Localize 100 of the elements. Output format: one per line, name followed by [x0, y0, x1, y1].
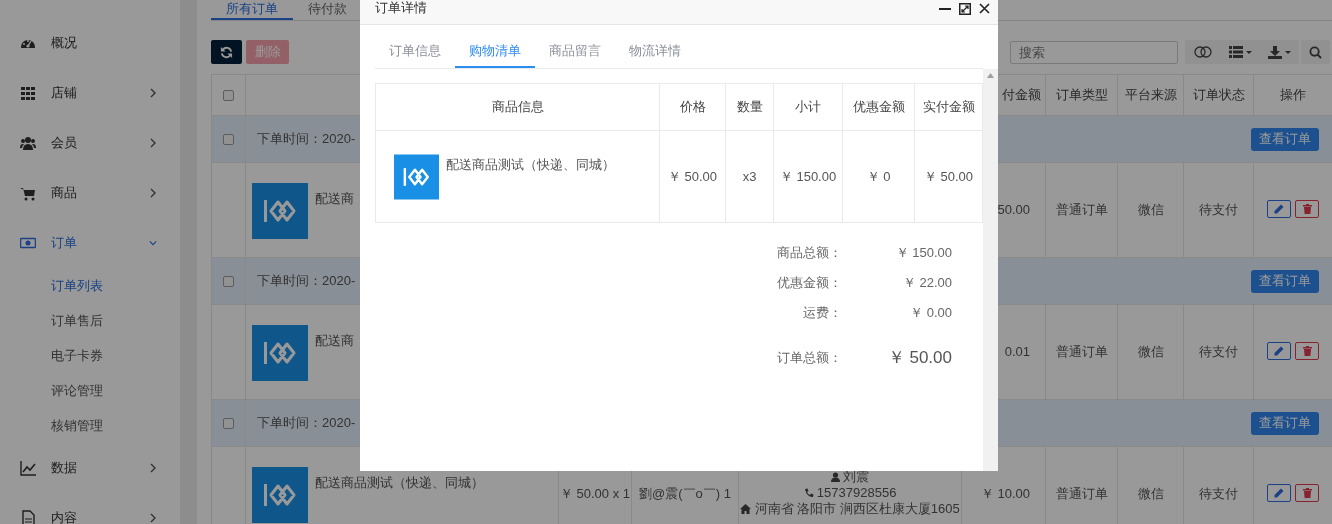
tab[interactable]: 待付款 [293, 0, 362, 20]
product-name: 配送商品测试（快递、同城） [445, 155, 615, 174]
close-icon[interactable] [979, 3, 990, 14]
sidebar-item[interactable]: 概况 [0, 18, 180, 68]
search-icon [1309, 45, 1322, 59]
column-header: 平台来源 [1124, 87, 1177, 103]
user-icon [830, 472, 840, 482]
pencil-icon [1274, 488, 1284, 499]
view-order-button[interactable]: 查看订单 [1251, 127, 1319, 151]
sidebar-subitem[interactable]: 评论管理 [0, 373, 180, 408]
refresh-button[interactable] [211, 40, 242, 64]
banknote-icon [20, 235, 36, 251]
order-status: 待支付 [1199, 486, 1238, 502]
document-icon [20, 510, 36, 524]
tab[interactable]: 物流详情 [615, 35, 695, 68]
dialog-title: 订单详情 [375, 0, 427, 18]
column-header: 付金额 [1002, 87, 1041, 103]
product-name: 配送商 [314, 332, 354, 350]
tab[interactable]: 购物清单 [455, 35, 535, 68]
trash-icon [1302, 488, 1312, 499]
product-logo [252, 325, 308, 381]
tab[interactable]: 所有订单 [211, 0, 293, 20]
summary-label: 商品总额： [776, 244, 842, 263]
sidebar-item[interactable]: 会员 [0, 118, 180, 168]
tab[interactable]: 商品留言 [535, 35, 615, 68]
toggle-button[interactable] [1185, 40, 1221, 64]
checkbox[interactable] [223, 134, 234, 146]
checkbox[interactable] [223, 90, 234, 102]
sidebar-item[interactable]: 数据 [0, 443, 180, 493]
maximize-icon[interactable] [959, 3, 971, 15]
order-status: 待支付 [1199, 344, 1238, 360]
delete-row-button[interactable] [1295, 200, 1319, 219]
receiver-address: 河南省 洛阳市 涧西区杜康大厦1605 [754, 501, 960, 517]
toggle-icon [1193, 46, 1213, 58]
column-header: 价格 [679, 99, 706, 115]
tab[interactable]: 订单信息 [375, 35, 455, 68]
column-header: 小计 [795, 99, 821, 115]
order-time: 下单时间：2020- [256, 272, 356, 291]
trash-icon [1302, 346, 1312, 357]
caret-icon [1246, 50, 1252, 54]
scrollbar[interactable] [983, 69, 998, 471]
sidebar-item[interactable]: 内容 [0, 493, 180, 524]
caret-icon [1285, 50, 1291, 54]
delete-row-button[interactable] [1295, 484, 1319, 503]
receiver-phone: 15737928556 [816, 485, 897, 501]
order-type: 普通订单 [1055, 344, 1108, 360]
edit-button[interactable] [1267, 200, 1291, 219]
order-type: 普通订单 [1055, 486, 1108, 502]
order-time: 下单时间：2020- [256, 130, 356, 149]
buyer-name: 劉@震(￣o￣) 1 [639, 486, 731, 502]
order-time: 下单时间：2020- [256, 414, 356, 433]
chart-icon [20, 460, 36, 476]
edit-button[interactable] [1267, 342, 1291, 361]
grid-icon [20, 85, 36, 101]
summary-value: ￥ 0.00 [909, 304, 952, 323]
phone-icon [803, 488, 814, 498]
sidebar-subitem[interactable]: 核销管理 [0, 408, 180, 443]
subtotal: ￥ 150.00 [779, 168, 837, 184]
sidebar-subitem[interactable]: 电子卡券 [0, 338, 180, 373]
product-name: 配送商 [314, 190, 354, 208]
paid-amount: 0.01 [1004, 344, 1030, 360]
view-order-button[interactable]: 查看订单 [1251, 269, 1319, 293]
column-header: 实付金额 [922, 99, 975, 115]
refresh-icon [220, 45, 233, 59]
sidebar-item[interactable]: 商品 [0, 168, 180, 218]
sidebar-item[interactable]: 订单 [0, 218, 180, 268]
discount-amount: ￥ 0 [866, 168, 891, 184]
edit-button[interactable] [1267, 484, 1291, 503]
search-button[interactable] [1301, 40, 1330, 64]
users-icon [20, 135, 36, 151]
product-logo [252, 467, 308, 523]
column-header: 商品信息 [491, 99, 544, 115]
column-header: 订单状态 [1192, 87, 1245, 103]
summary-value: ￥ 22.00 [901, 274, 952, 293]
paid-amount: ￥ 50.00 [923, 168, 974, 184]
product-name: 配送商品测试（快递、同城） [314, 474, 484, 492]
search-field[interactable]: 搜索 [1010, 40, 1178, 64]
delete-row-button[interactable] [1295, 342, 1319, 361]
receiver-name: 刘震 [843, 469, 870, 485]
column-header: 操作 [1280, 87, 1306, 103]
platform-source: 微信 [1137, 202, 1164, 218]
sidebar-subitem[interactable]: 订单售后 [0, 303, 180, 338]
summary-label: 优惠金额： [776, 274, 842, 293]
unit-price: ￥ 50.00 [667, 168, 718, 184]
paid-amount: 50.00 [997, 202, 1030, 218]
sidebar-item[interactable]: 店铺 [0, 68, 180, 118]
trash-icon [1302, 204, 1312, 215]
view-order-button[interactable]: 查看订单 [1251, 411, 1319, 435]
column-header: 数量 [736, 99, 763, 115]
paid-amount: ￥ 10.00 [980, 486, 1030, 502]
export-button[interactable] [1260, 40, 1299, 64]
sidebar-subitem[interactable]: 订单列表 [0, 268, 180, 303]
platform-source: 微信 [1137, 486, 1164, 502]
price-quantity: ￥ 50.00 x 1 [559, 486, 631, 502]
scroll-up-icon[interactable] [987, 73, 994, 78]
checkbox[interactable] [223, 418, 234, 430]
column-header: 订单类型 [1055, 87, 1108, 103]
order-total: ￥ 50.00 [886, 347, 952, 370]
checkbox[interactable] [223, 276, 234, 288]
summary-value: ￥ 150.00 [894, 244, 952, 263]
